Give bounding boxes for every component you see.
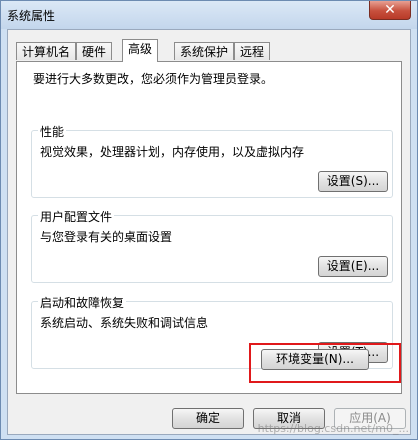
user-profiles-settings-button[interactable]: 设置(E)...	[318, 256, 388, 277]
user-profiles-title: 用户配置文件	[38, 208, 115, 225]
tab-remote[interactable]: 远程	[234, 42, 271, 60]
tab-hardware[interactable]: 硬件	[76, 42, 113, 60]
performance-group: 性能 视觉效果，处理器计划，内存使用，以及虚拟内存 设置(S)...	[31, 123, 393, 198]
ok-button[interactable]: 确定	[172, 408, 244, 429]
performance-title: 性能	[38, 123, 67, 140]
performance-description: 视觉效果，处理器计划，内存使用，以及虚拟内存	[40, 145, 305, 159]
system-properties-window: 系统属性 ✕ 计算机名 硬件 高级 系统保护 远程 要进行大多数更改，您必须作为…	[0, 0, 418, 440]
window-title: 系统属性	[7, 9, 56, 23]
admin-note: 要进行大多数更改，您必须作为管理员登录。	[33, 72, 274, 86]
user-profiles-description: 与您登录有关的桌面设置	[40, 230, 173, 244]
title-bar[interactable]: 系统属性 ✕	[1, 1, 417, 29]
tab-advanced[interactable]: 高级	[122, 39, 159, 62]
performance-settings-button[interactable]: 设置(S)...	[318, 171, 388, 192]
tab-system-protection[interactable]: 系统保护	[174, 42, 235, 60]
user-profiles-group: 用户配置文件 与您登录有关的桌面设置 设置(E)...	[31, 208, 393, 283]
startup-recovery-title: 启动和故障恢复	[38, 294, 127, 311]
startup-recovery-description: 系统启动、系统失败和调试信息	[40, 316, 209, 330]
env-variables-highlight-box	[249, 343, 401, 383]
watermark: https://blog.csdn.net/m0_...	[257, 422, 409, 435]
close-icon: ✕	[384, 2, 396, 18]
tab-computer-name[interactable]: 计算机名	[16, 42, 77, 60]
close-button[interactable]: ✕	[369, 1, 411, 20]
